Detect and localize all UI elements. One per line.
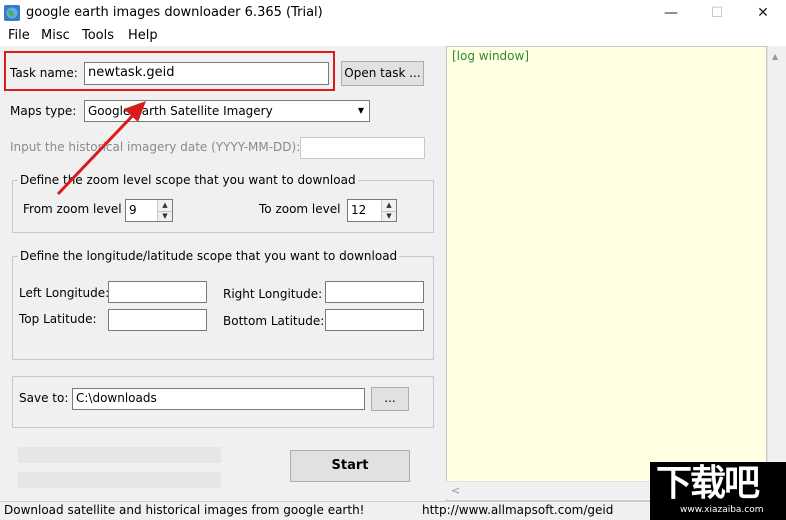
watermark-url-text: www.xiazaiba.com	[680, 505, 764, 515]
watermark-logo: 下载吧 www.xiazaiba.com	[650, 462, 786, 520]
watermark-main-text: 下载吧	[656, 463, 760, 504]
annotation-arrow-icon	[56, 101, 146, 196]
